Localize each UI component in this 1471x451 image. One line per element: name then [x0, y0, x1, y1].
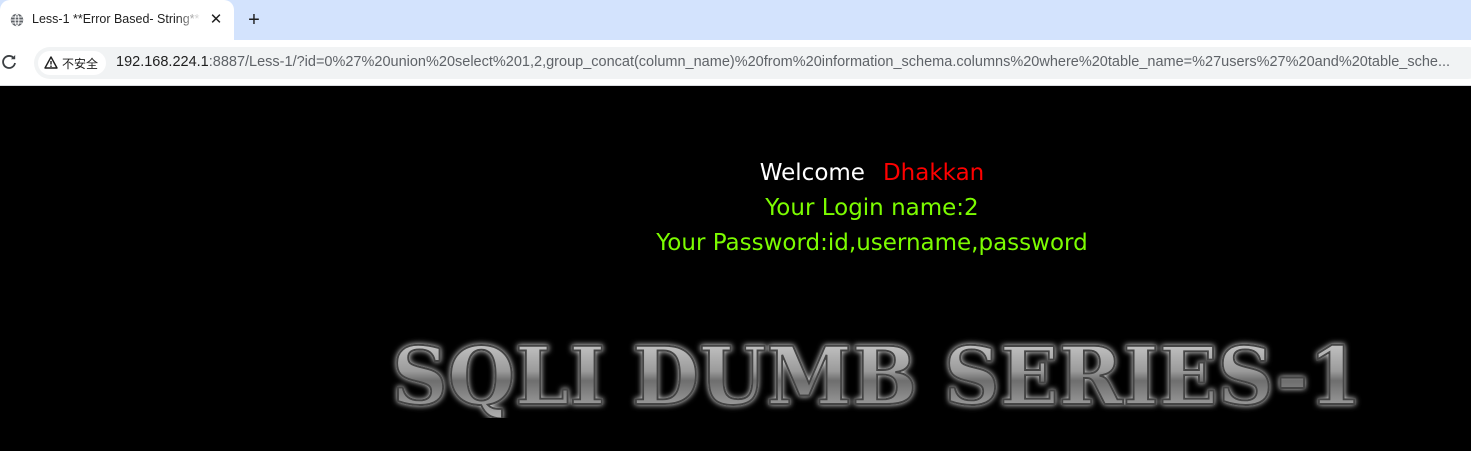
tab-less-1[interactable]: Less-1 **Error Based- String** ✕	[0, 0, 234, 40]
page-content: Welcome Dhakkan Your Login name:2 Your Pa…	[0, 86, 1471, 451]
browser-toolbar: 不安全 192.168.224.1:8887/Less-1/?id=0%27%2…	[0, 40, 1471, 86]
sqli-dumb-series-banner: SQLI DUMB SERIES-1	[391, 334, 1363, 418]
warning-triangle-icon	[44, 56, 58, 69]
welcome-line: Welcome Dhakkan	[0, 160, 1471, 186]
globe-icon	[10, 13, 24, 27]
security-chip[interactable]: 不安全	[38, 51, 106, 75]
security-label: 不安全	[62, 57, 99, 71]
url-text[interactable]: 192.168.224.1:8887/Less-1/?id=0%27%20uni…	[116, 54, 1471, 70]
tab-strip: Less-1 **Error Based- String** ✕ +	[0, 0, 1471, 40]
url-host: 192.168.224.1	[116, 54, 209, 70]
tab-title: Less-1 **Error Based- String**	[32, 12, 200, 26]
login-name-line: Your Login name:2	[765, 195, 979, 221]
close-tab-icon[interactable]: ✕	[206, 10, 226, 30]
password-line: Your Password:id,username,password	[656, 230, 1088, 256]
reload-icon[interactable]	[0, 53, 18, 71]
user-name: Dhakkan	[882, 160, 985, 186]
banner-text: SQLI DUMB SERIES-1	[392, 334, 1362, 418]
address-bar[interactable]: 不安全 192.168.224.1:8887/Less-1/?id=0%27%2…	[34, 47, 1471, 79]
welcome-label: Welcome	[759, 160, 865, 186]
new-tab-button[interactable]: +	[242, 8, 266, 32]
url-path: :8887/Less-1/?id=0%27%20union%20select%2…	[208, 54, 1451, 70]
